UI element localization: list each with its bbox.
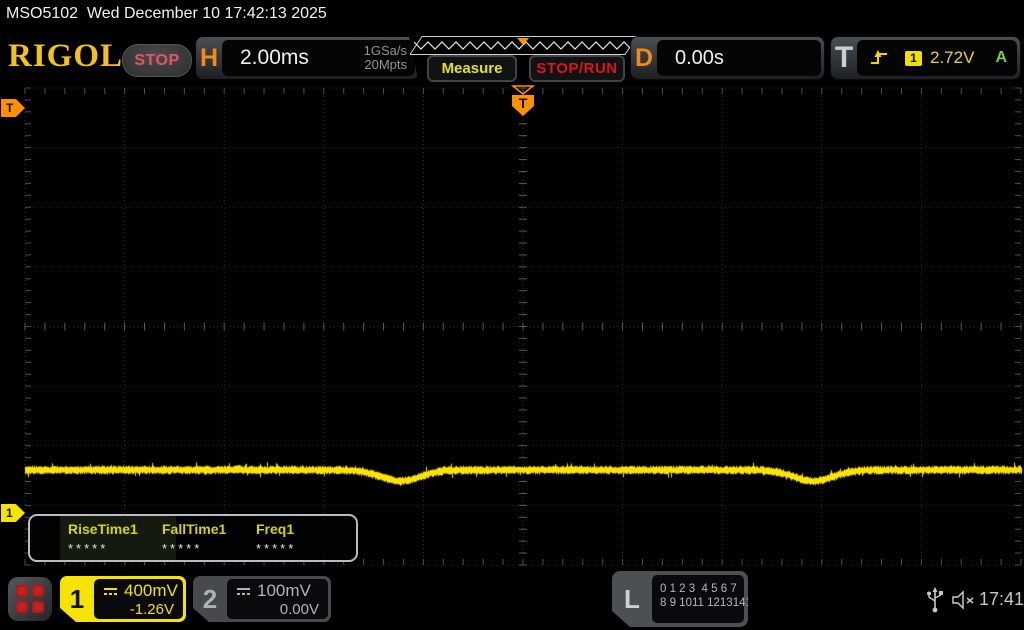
status-clock: 17:41 [979,589,1024,609]
dc-coupling-icon [235,586,252,597]
channel1-scale: 400mV [124,581,178,600]
logic-channels-panel[interactable]: L 0 1 2 3 4 5 6 7 8 9 1011 12131415 [612,571,748,627]
measurement-value: ***** [256,541,297,556]
oscilloscope-screen: MSO5102 Wed December 10 17:42:13 2025 RI… [0,0,1024,630]
measurement-value: ***** [68,541,109,556]
channel1-panel[interactable]: 1 400mV -1.26V [60,576,186,622]
measurement-value: ***** [162,541,203,556]
measurement-item[interactable]: Freq1 ***** [256,521,351,556]
quad-grid-icon [16,585,44,613]
logic-row-2: 8 9 1011 12131415 [660,597,759,609]
measurement-label: FallTime1 [162,521,227,537]
dc-coupling-icon [102,586,119,597]
measurement-item[interactable]: RiseTime1 ***** [68,521,163,556]
speaker-muted-icon [952,590,974,610]
trigger-position-marker[interactable]: T [508,84,540,120]
measurement-label: RiseTime1 [68,521,138,537]
usb-icon [927,587,943,613]
channel2-body: 100mV 0.00V [227,579,328,619]
measurement-results-box[interactable]: RiseTime1 ***** FallTime1 ***** Freq1 **… [28,514,358,562]
channel2-scale: 100mV [257,581,311,600]
logic-row-1: 0 1 2 3 4 5 6 7 [660,583,737,595]
channel2-offset: 0.00V [279,601,319,618]
channel2-panel[interactable]: 2 100mV 0.00V [193,576,331,622]
measurement-item[interactable]: FallTime1 ***** [162,521,257,556]
channel1-offset: -1.26V [129,601,174,618]
logic-channel-list: 0 1 2 3 4 5 6 7 8 9 1011 12131415 [652,575,744,623]
trigger-position-letter: T [519,95,528,111]
channel-grid-button[interactable] [8,577,52,621]
channel1-body: 400mV -1.26V [94,579,183,619]
measurement-label: Freq1 [256,521,295,537]
